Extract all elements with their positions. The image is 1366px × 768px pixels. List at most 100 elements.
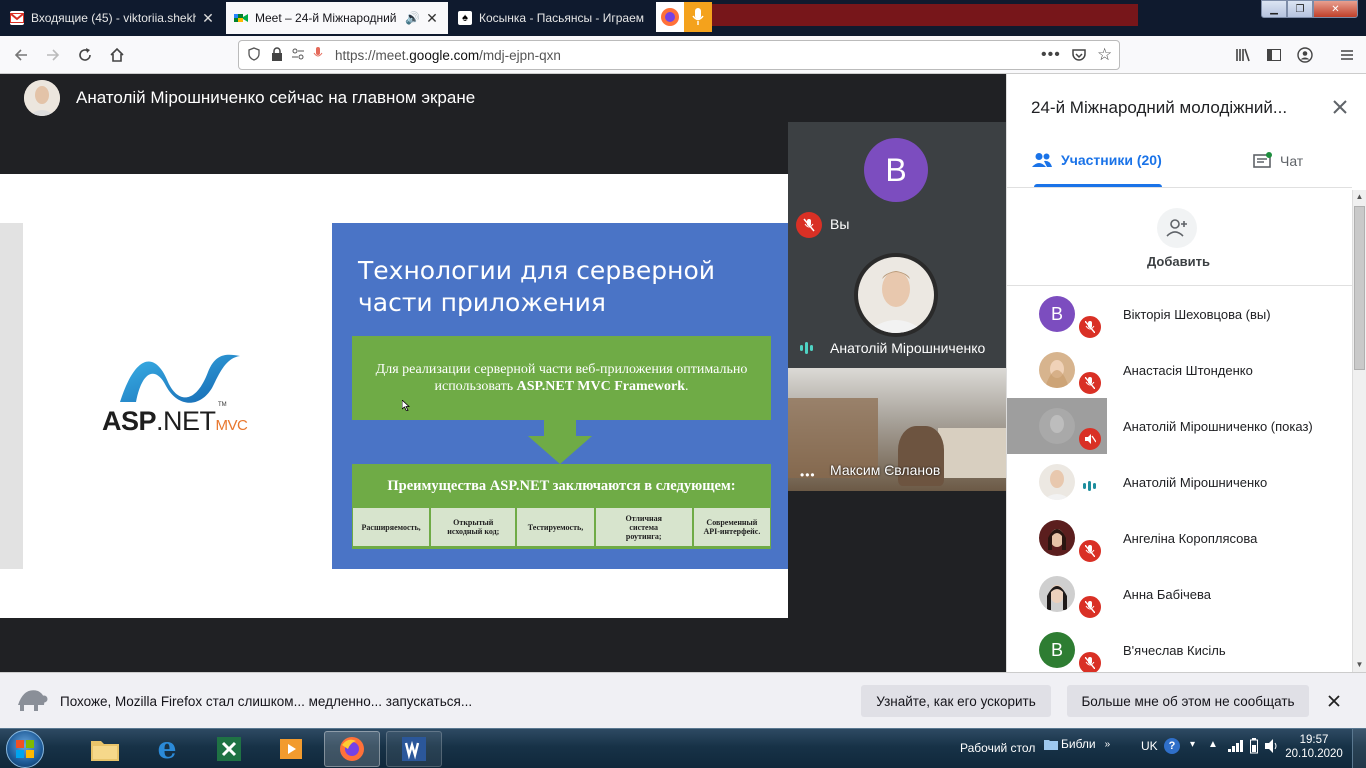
tab-strip-background — [712, 4, 1138, 26]
close-window-button[interactable]: ✕ — [1313, 0, 1358, 18]
scroll-up-icon[interactable]: ▲ — [1353, 190, 1366, 204]
participant-row[interactable]: Анастасія Штонденко — [1007, 342, 1352, 398]
lock-icon[interactable] — [271, 46, 283, 64]
library-toolbar[interactable]: Библи » — [1044, 737, 1110, 751]
windows-logo-icon — [16, 740, 34, 758]
pocket-icon[interactable] — [1071, 47, 1087, 66]
firefox-icon[interactable] — [656, 2, 684, 32]
add-person-button[interactable] — [1157, 208, 1197, 248]
participant-row[interactable]: B Вікторія Шеховцова (вы) — [1007, 286, 1352, 342]
excel-icon — [217, 737, 241, 761]
participant-row[interactable]: Ангеліна Короплясова — [1007, 510, 1352, 566]
close-tab-icon[interactable]: ✕ — [424, 10, 440, 27]
show-desktop-button[interactable] — [1352, 729, 1366, 768]
language-indicator[interactable]: UK — [1141, 739, 1158, 753]
slide-left-strip — [0, 223, 23, 569]
taskbar-ie[interactable]: e — [139, 731, 195, 767]
account-icon[interactable] — [1292, 42, 1318, 68]
page-actions-icon[interactable]: ••• — [1041, 46, 1061, 64]
panel-scrollbar[interactable]: ▲ ▼ — [1352, 190, 1366, 672]
tab-participants[interactable]: Участники (20) — [1031, 152, 1162, 168]
participant-avatar — [1039, 408, 1075, 444]
slide-blue-panel: Технологии для серверной части приложени… — [332, 223, 788, 569]
bookmark-star-icon[interactable]: ☆ — [1097, 45, 1112, 65]
library-folder-icon — [1044, 740, 1058, 750]
participant-name: Анна Бабічева — [1123, 586, 1211, 602]
participant-row-presenting[interactable]: Анатолій Мірошниченко (показ) — [1007, 398, 1352, 454]
microphone-icon[interactable] — [313, 46, 323, 64]
back-icon[interactable] — [8, 42, 34, 68]
tile-maksym[interactable]: ••• Максим Євланов — [788, 368, 1006, 491]
scroll-down-icon[interactable]: ▼ — [1353, 658, 1366, 672]
sidebar-icon[interactable] — [1261, 42, 1287, 68]
mouse-cursor-icon — [402, 400, 410, 411]
tab-chat[interactable]: Чат — [1253, 152, 1303, 170]
minimize-button[interactable]: ▁ — [1261, 0, 1287, 18]
maximize-button[interactable]: ❐ — [1287, 0, 1313, 18]
taskbar-media-player[interactable] — [263, 731, 319, 767]
advantage-cell: Тестируемость, — [517, 508, 594, 546]
panel-title: 24-й Міжнародний молодіжний... — [1031, 98, 1288, 117]
network-signal-icon[interactable] — [1228, 740, 1244, 752]
address-bar[interactable]: https://meet.google.com/mdj-ejpn-qxn •••… — [238, 40, 1120, 70]
tab-solitaire[interactable]: ♠ Косынка - Пасьянсы - Играем — [450, 2, 652, 34]
home-icon[interactable] — [104, 42, 130, 68]
taskbar-word[interactable] — [386, 731, 442, 767]
slide-box-advantages: Преимущества ASP.NET заключаются в следу… — [352, 464, 771, 549]
participant-name: Анатолій Мірошниченко — [1123, 474, 1268, 490]
turtle-icon — [18, 690, 48, 711]
self-avatar: B — [864, 138, 928, 202]
participant-name: В'ячеслав Кисіль — [1123, 642, 1226, 658]
aspnet-logo: ASP.NETMVC TM — [96, 352, 266, 442]
start-button[interactable] — [6, 730, 44, 768]
tab-gmail[interactable]: Входящие (45) - viktoriia.shekh ✕ — [2, 2, 224, 34]
participant-row[interactable]: Анна Бабічева — [1007, 566, 1352, 622]
microphone-indicator-icon[interactable] — [684, 2, 712, 32]
forward-icon[interactable] — [40, 42, 66, 68]
show-hidden-icons[interactable]: ▲ — [1208, 739, 1218, 750]
presented-slide: ASP.NETMVC TM Технологии для серверной ч… — [0, 174, 788, 618]
shield-icon[interactable] — [247, 46, 261, 64]
taskbar-explorer[interactable] — [77, 731, 133, 767]
participant-row[interactable]: Анатолій Мірошниченко — [1007, 454, 1352, 510]
stage-bottom — [0, 618, 1006, 672]
word-icon — [402, 737, 426, 761]
clock[interactable]: 19:57 20.10.2020 — [1284, 733, 1344, 761]
close-notification-icon[interactable] — [1324, 691, 1344, 711]
participants-panel: 24-й Міжнародний молодіжний... Участники… — [1006, 74, 1366, 676]
scrollbar-thumb[interactable] — [1354, 206, 1365, 370]
presenting-title: Анатолій Мірошниченко сейчас на главном … — [76, 88, 476, 107]
url-text: https://meet.google.com/mdj-ejpn-qxn — [335, 47, 561, 63]
taskbar-firefox[interactable] — [324, 731, 380, 767]
close-panel-icon[interactable] — [1329, 96, 1351, 118]
participant-avatar — [1039, 576, 1075, 612]
library-icon[interactable] — [1230, 42, 1256, 68]
taskbar-excel[interactable] — [201, 731, 257, 767]
menu-icon[interactable] — [1334, 42, 1360, 68]
close-tab-icon[interactable]: ✕ — [200, 10, 216, 27]
add-label[interactable]: Добавить — [1147, 254, 1210, 269]
tile-anatolii[interactable]: Анатолій Мірошниченко — [788, 245, 1006, 368]
reload-icon[interactable] — [72, 42, 98, 68]
volume-icon[interactable] — [1264, 738, 1280, 754]
folder-icon — [91, 741, 119, 761]
meet-icon — [234, 11, 248, 25]
input-options-icon[interactable]: ▾ — [1190, 739, 1195, 750]
participant-row[interactable]: B В'ячеслав Кисіль — [1007, 622, 1352, 678]
battery-icon[interactable] — [1250, 738, 1258, 754]
speedup-button[interactable]: Узнайте, как его ускорить — [861, 685, 1051, 717]
participant-avatar — [1039, 464, 1075, 500]
mic-off-icon — [1077, 538, 1103, 564]
tab-meet[interactable]: Meet – 24-й Міжнародний 🔊 ✕ — [226, 2, 448, 34]
toolbar-chevron-icon: » — [1104, 738, 1111, 750]
tile-self[interactable]: B Вы — [788, 122, 1006, 245]
firefox-icon — [340, 737, 364, 761]
desktop-toolbar-label[interactable]: Рабочий стол — [960, 741, 1035, 755]
slide-box-framework: Для реализации серверной части веб-прило… — [352, 336, 771, 420]
help-icon[interactable]: ? — [1164, 738, 1180, 754]
permissions-icon[interactable] — [291, 47, 305, 64]
tile-label: Вы — [830, 216, 850, 232]
dont-show-again-button[interactable]: Больше мне об этом не сообщать — [1067, 685, 1309, 717]
speaking-icon — [1083, 480, 1096, 492]
speaker-icon[interactable]: 🔊 — [405, 11, 420, 25]
